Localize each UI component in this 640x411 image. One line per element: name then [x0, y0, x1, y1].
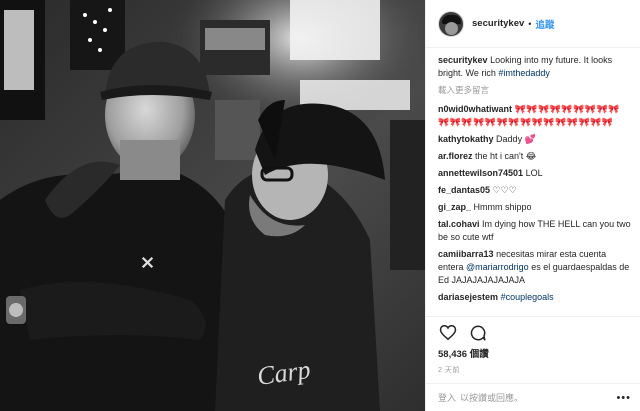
- comment-username[interactable]: fe_dantas05: [438, 185, 490, 195]
- caption-username[interactable]: securitykev: [438, 55, 488, 65]
- comment-text: Hmmm shippo: [473, 202, 532, 212]
- login-link[interactable]: 登入: [438, 391, 456, 404]
- more-options-icon[interactable]: •••: [616, 392, 631, 404]
- heart-icon: [439, 324, 457, 341]
- post-photo[interactable]: ⨯ Carp: [0, 0, 425, 411]
- post-time[interactable]: 2 天前: [438, 365, 460, 375]
- like-count[interactable]: 58,436 個讚: [438, 346, 489, 360]
- action-bar: [426, 316, 640, 348]
- comment-button[interactable]: [468, 323, 488, 343]
- comment-item: fe_dantas05 ♡♡♡: [438, 184, 631, 197]
- comment-username[interactable]: camiibarra13: [438, 249, 494, 259]
- comment-text: Daddy 💕: [496, 134, 536, 144]
- post-side-panel: securitykev • 追蹤 securitykev Looking int…: [425, 0, 640, 411]
- like-button[interactable]: [438, 323, 458, 343]
- avatar[interactable]: [438, 10, 464, 37]
- load-more-comments-link[interactable]: 載入更多留言: [438, 84, 631, 96]
- comment-item: tal.cohavi Im dying how THE HELL can you…: [438, 218, 631, 244]
- comment-text: the ht i can't 😂: [475, 151, 537, 161]
- comment-text: ♡♡♡: [492, 185, 517, 195]
- comment-item: ar.florez the ht i can't 😂: [438, 150, 631, 163]
- comment-mention[interactable]: @mariarrodrigo: [466, 262, 529, 272]
- comment-hashtag[interactable]: #couplegoals: [501, 292, 554, 302]
- photo-image: ⨯ Carp: [0, 0, 425, 411]
- comment-username[interactable]: gi_zap_: [438, 202, 471, 212]
- comment-item: dariasejestem #couplegoals: [438, 291, 631, 304]
- comment-item: n0wid0whatiwant 🎀🎀🎀🎀🎀🎀🎀🎀🎀🎀🎀🎀🎀🎀🎀🎀🎀🎀🎀🎀🎀🎀🎀🎀: [438, 103, 631, 129]
- comment-username[interactable]: n0wid0whatiwant: [438, 104, 512, 114]
- comment-item: gi_zap_ Hmmm shippo: [438, 201, 631, 214]
- header-separator: •: [528, 18, 532, 29]
- login-prompt-text: 以按讚或回應。: [460, 393, 524, 403]
- follow-button[interactable]: 追蹤: [535, 17, 554, 31]
- comments-list: securitykev Looking into my future. It l…: [426, 54, 640, 316]
- comment-item: annettewilson74501 LOL: [438, 167, 631, 180]
- login-prompt: 登入 以按讚或回應。 •••: [426, 383, 640, 411]
- caption-hashtag[interactable]: #imthedaddy: [498, 68, 550, 78]
- comment-username[interactable]: dariasejestem: [438, 292, 498, 302]
- header-username[interactable]: securitykev: [472, 18, 524, 29]
- comment-username[interactable]: annettewilson74501: [438, 168, 523, 178]
- svg-text:⨯: ⨯: [140, 252, 155, 272]
- comment-item: camiibarra13 necesitas mirar esta cuenta…: [438, 248, 631, 287]
- comment-username[interactable]: ar.florez: [438, 151, 473, 161]
- caption: securitykev Looking into my future. It l…: [438, 54, 631, 80]
- comment-icon: [470, 325, 486, 340]
- comment-item: kathytokathy Daddy 💕: [438, 133, 631, 146]
- comment-username[interactable]: tal.cohavi: [438, 219, 480, 229]
- avatar-face: [445, 21, 458, 35]
- comment-username[interactable]: kathytokathy: [438, 134, 494, 144]
- post-header: securitykev • 追蹤: [426, 0, 640, 48]
- comment-text: LOL: [525, 168, 543, 178]
